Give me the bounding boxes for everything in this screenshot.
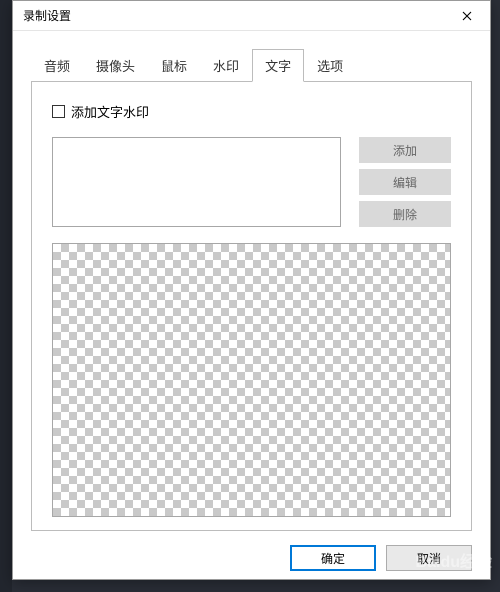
titlebar: 录制设置 <box>13 1 490 31</box>
tab-camera[interactable]: 摄像头 <box>83 49 148 82</box>
watermark-list-row: 添加 编辑 删除 <box>52 137 451 227</box>
edit-button[interactable]: 编辑 <box>359 169 451 195</box>
add-button[interactable]: 添加 <box>359 137 451 163</box>
watermark-list[interactable] <box>52 137 341 227</box>
tab-mouse[interactable]: 鼠标 <box>148 49 200 82</box>
tabs: 音频 摄像头 鼠标 水印 文字 选项 <box>13 31 490 82</box>
watermark-preview <box>52 243 451 517</box>
ok-button[interactable]: 确定 <box>290 545 376 571</box>
close-icon <box>462 11 472 21</box>
delete-button[interactable]: 删除 <box>359 201 451 227</box>
tab-audio[interactable]: 音频 <box>31 49 83 82</box>
tab-watermark[interactable]: 水印 <box>200 49 252 82</box>
add-text-watermark-checkbox[interactable] <box>52 105 65 118</box>
add-text-watermark-row: 添加文字水印 <box>52 102 451 121</box>
recording-settings-dialog: 录制设置 音频 摄像头 鼠标 水印 文字 选项 添加文字水印 添加 编辑 删除 <box>12 0 491 580</box>
dialog-buttons: 确定 取消 <box>13 531 490 571</box>
add-text-watermark-label: 添加文字水印 <box>71 102 149 121</box>
tab-options[interactable]: 选项 <box>304 49 356 82</box>
tab-text[interactable]: 文字 <box>252 49 304 82</box>
close-button[interactable] <box>444 1 490 31</box>
dialog-title: 录制设置 <box>23 7 444 24</box>
app-background-left <box>0 0 12 592</box>
tab-content: 添加文字水印 添加 编辑 删除 <box>31 81 472 531</box>
watermark-side-buttons: 添加 编辑 删除 <box>359 137 451 227</box>
cancel-button[interactable]: 取消 <box>386 545 472 571</box>
